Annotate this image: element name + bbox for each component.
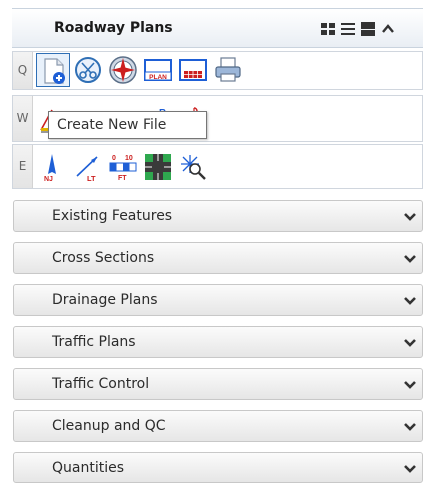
chevron-down-icon (404, 465, 416, 473)
chevron-down-icon (404, 423, 416, 431)
section-label: Cross Sections (52, 250, 155, 266)
list-view-icon[interactable] (339, 21, 357, 37)
scale-bar-unit: FT (118, 175, 127, 182)
section-label: Cleanup and QC (52, 418, 166, 434)
large-view-icon[interactable] (359, 21, 377, 37)
create-new-file-icon[interactable] (36, 53, 70, 87)
chevron-down-icon (404, 297, 416, 305)
tool-row-q: Q PLAN (12, 51, 423, 90)
table-sheet-icon[interactable] (176, 53, 210, 87)
row-key-q: Q (13, 52, 33, 89)
section-existing-features[interactable]: Existing Features (13, 200, 423, 232)
section-label: Existing Features (52, 208, 173, 224)
scale-bar-icon[interactable]: 0 10 FT (106, 150, 140, 184)
leader-label-icon[interactable]: LT (71, 150, 105, 184)
create-new-file-tooltip: Create New File (48, 111, 207, 139)
plan-label: PLAN (149, 74, 167, 81)
panel-title: Roadway Plans (54, 20, 173, 36)
leader-label-text: LT (87, 174, 96, 182)
section-label: Traffic Control (52, 376, 150, 392)
collapse-icon[interactable] (379, 21, 397, 37)
print-icon[interactable] (211, 53, 245, 87)
scale-bar-start: 0 (112, 155, 116, 162)
section-label: Quantities (52, 460, 125, 476)
section-traffic-control[interactable]: Traffic Control (13, 368, 423, 400)
chevron-down-icon (404, 213, 416, 221)
row-key-w: W (13, 96, 33, 141)
cut-icon[interactable] (71, 53, 105, 87)
tool-row-e: E NJ LT 0 10 FT (12, 144, 423, 189)
search-snowflake-icon[interactable] (176, 150, 210, 184)
intersection-icon[interactable] (141, 150, 175, 184)
grid-view-icon[interactable] (319, 21, 337, 37)
section-label: Drainage Plans (52, 292, 158, 308)
chevron-down-icon (404, 381, 416, 389)
section-traffic-plans[interactable]: Traffic Plans (13, 326, 423, 358)
chevron-down-icon (404, 339, 416, 347)
section-quantities[interactable]: Quantities (13, 452, 423, 483)
scale-bar-end: 10 (125, 155, 133, 162)
north-arrow-icon[interactable]: NJ (36, 150, 70, 184)
section-drainage-plans[interactable]: Drainage Plans (13, 284, 423, 316)
row-key-e: E (13, 145, 33, 188)
compass-rose-icon[interactable] (106, 53, 140, 87)
section-cross-sections[interactable]: Cross Sections (13, 242, 423, 274)
plan-sheet-icon[interactable]: PLAN (141, 53, 175, 87)
section-cleanup-and-qc[interactable]: Cleanup and QC (13, 410, 423, 442)
section-label: Traffic Plans (52, 334, 136, 350)
north-arrow-label: NJ (44, 176, 53, 182)
panel-header: Roadway Plans (12, 8, 423, 48)
chevron-down-icon (404, 255, 416, 263)
